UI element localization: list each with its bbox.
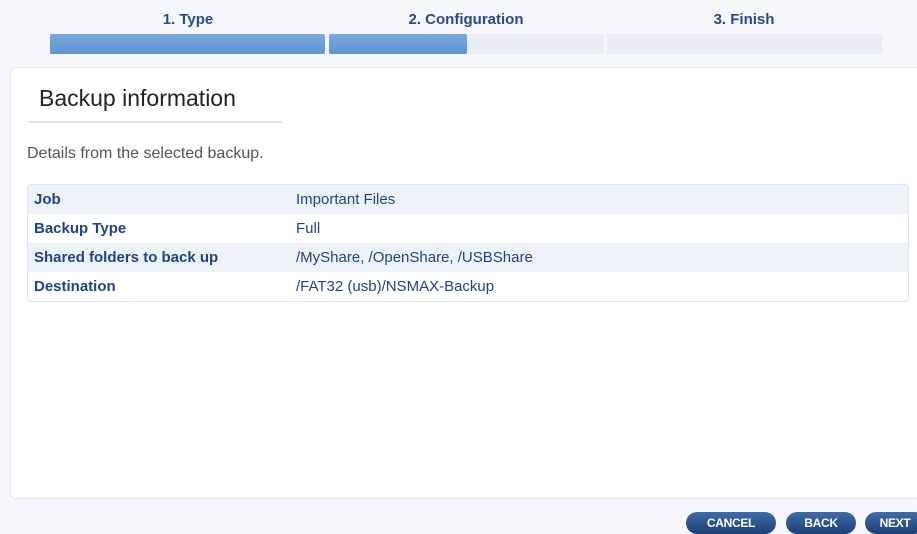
wizard-steps: 1. Type 2. Configuration 3. Finish	[0, 0, 917, 60]
row-label: Shared folders to back up	[34, 249, 219, 266]
step-finish-label: 3. Finish	[713, 11, 775, 28]
row-value: Full	[296, 220, 321, 237]
row-value: /MyShare, /OpenShare, /USBShare	[296, 249, 533, 266]
step-configuration-progress	[329, 34, 604, 54]
row-label: Backup Type	[34, 220, 127, 237]
step-type-progress-fill	[50, 34, 325, 54]
step-type-progress	[50, 34, 325, 54]
step-type-label: 1. Type	[162, 11, 214, 28]
row-label: Job	[34, 191, 61, 208]
panel-description: Details from the selected backup.	[27, 145, 264, 162]
next-button[interactable]: NEXT	[865, 512, 917, 534]
row-label: Destination	[34, 278, 116, 295]
backup-information-panel: Backup information Details from the sele…	[10, 67, 917, 499]
title-divider	[28, 121, 282, 123]
table-row: Destination /FAT32 (usb)/NSMAX-Backup	[28, 272, 908, 301]
table-row: Backup Type Full	[28, 214, 908, 243]
cancel-button[interactable]: CANCEL	[686, 512, 776, 534]
table-row: Shared folders to back up /MyShare, /Ope…	[28, 243, 908, 272]
row-value: /FAT32 (usb)/NSMAX-Backup	[296, 278, 495, 295]
row-value: Important Files	[296, 191, 396, 208]
backup-wizard: 1. Type 2. Configuration 3. Finish Backu…	[0, 0, 917, 534]
step-finish-progress	[607, 34, 882, 54]
table-row: Job Important Files	[28, 185, 908, 214]
step-configuration-progress-fill	[329, 34, 467, 54]
backup-details-table: Job Important Files Backup Type Full Sha…	[27, 184, 909, 302]
page-title: Backup information	[39, 85, 236, 111]
back-button[interactable]: BACK	[786, 512, 856, 534]
step-configuration-label: 2. Configuration	[408, 11, 524, 28]
